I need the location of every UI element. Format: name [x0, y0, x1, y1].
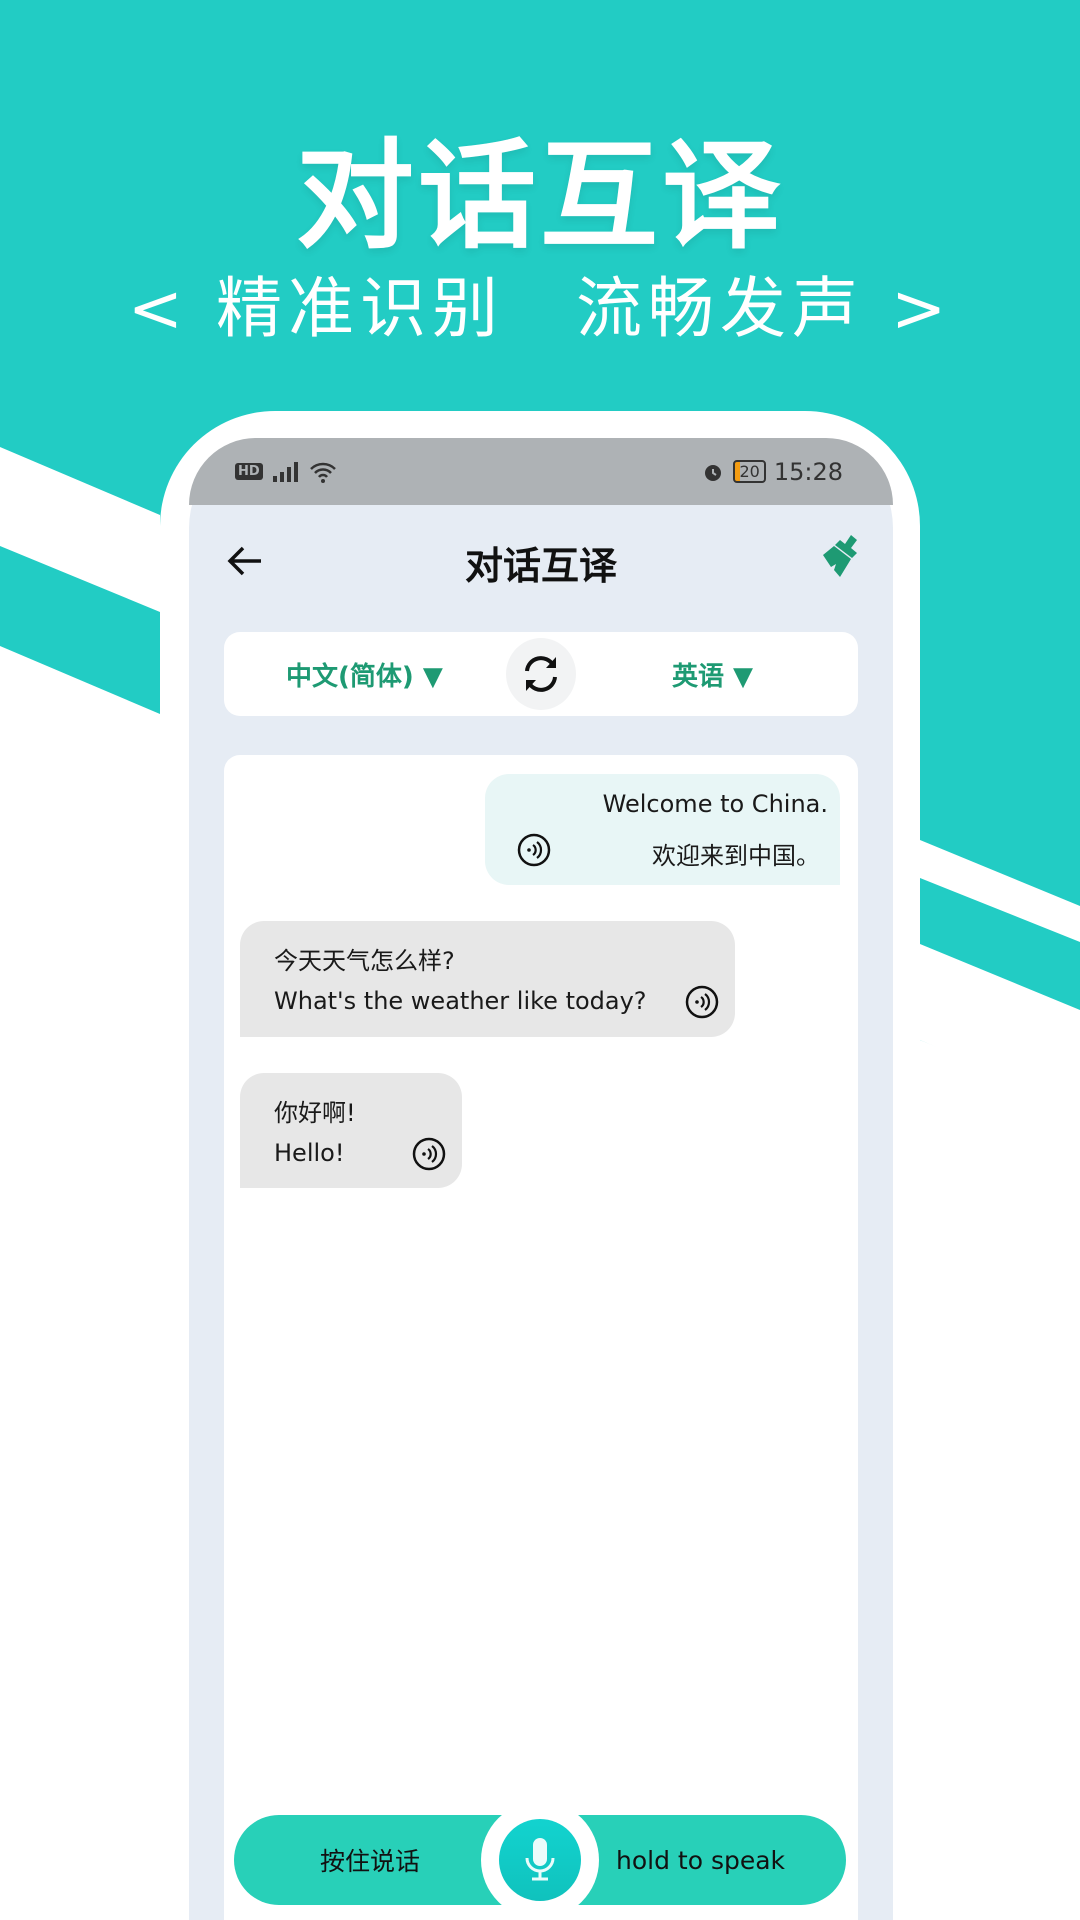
hold-to-speak-bar[interactable]: 按住说话 hold to speak — [234, 1801, 846, 1919]
page-title: 对话互译 — [464, 544, 617, 588]
swap-language-button[interactable] — [506, 638, 576, 710]
swap-icon — [525, 656, 557, 692]
broom-icon[interactable] — [821, 533, 867, 579]
signal-icon — [272, 461, 298, 482]
alarm-icon — [705, 464, 722, 481]
hd-icon: HD — [235, 463, 263, 480]
message-secondary: 欢迎来到中国。 — [652, 842, 820, 870]
source-language-dropdown[interactable]: 中文(简体) ▼ — [286, 656, 443, 693]
promo-subtitle: < 精准识别 流畅发声 > — [127, 270, 953, 347]
speaker-icon[interactable] — [517, 833, 551, 867]
status-time: 15:28 — [773, 457, 843, 486]
app-header: 对话互译 — [189, 505, 893, 620]
hold-to-speak-english[interactable]: hold to speak — [576, 1815, 846, 1905]
speaker-icon[interactable] — [685, 985, 719, 1019]
app-screen: HD 20 15:28 对话互译 中文(简体) ▼ 英语 ▼ Welcome t… — [189, 438, 893, 1920]
message-primary: Welcome to China. — [602, 790, 828, 818]
message-bubble: Welcome to China. 欢迎来到中国。 — [485, 774, 840, 885]
message-bubble: 你好啊! Hello! — [240, 1073, 462, 1188]
wifi-icon — [309, 462, 336, 483]
promo-headline: 对话互译 — [295, 127, 784, 265]
message-primary: 你好啊! — [274, 1099, 356, 1127]
message-secondary: Hello! — [274, 1139, 345, 1167]
microphone-button[interactable] — [499, 1819, 581, 1901]
language-selector: 中文(简体) ▼ 英语 ▼ — [224, 632, 858, 716]
hold-to-speak-chinese[interactable]: 按住说话 — [234, 1815, 504, 1905]
speaker-icon[interactable] — [412, 1137, 446, 1171]
target-language-dropdown[interactable]: 英语 ▼ — [672, 656, 753, 693]
message-primary: 今天天气怎么样? — [274, 947, 455, 975]
status-bar: HD 20 15:28 — [189, 438, 893, 505]
chat-area: Welcome to China. 欢迎来到中国。 今天天气怎么样? What'… — [224, 755, 858, 1920]
message-secondary: What's the weather like today? — [274, 987, 647, 1015]
battery-icon: 20 — [733, 460, 766, 483]
message-bubble: 今天天气怎么样? What's the weather like today? — [240, 921, 735, 1037]
microphone-icon — [525, 1838, 555, 1881]
